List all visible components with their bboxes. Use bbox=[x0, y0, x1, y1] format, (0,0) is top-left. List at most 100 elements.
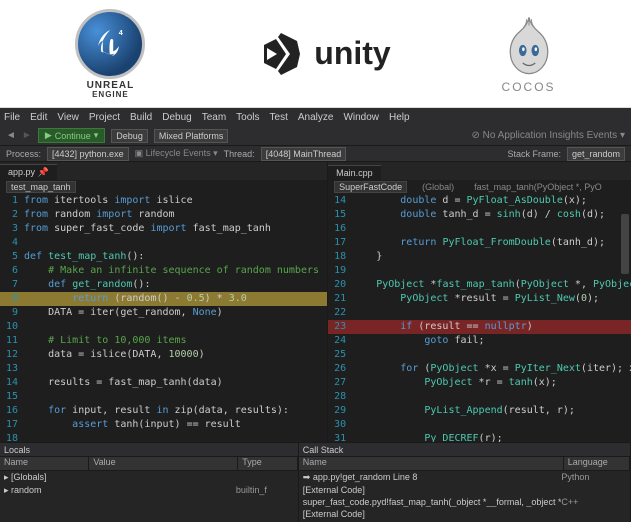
menu-help[interactable]: Help bbox=[389, 112, 410, 123]
code-line[interactable]: 17 return PyFloat_FromDouble(tanh_d); bbox=[328, 236, 631, 250]
debug-toolbar: ◄ ► ▶ Continue ▾ Debug Mixed Platforms ⊘… bbox=[0, 126, 631, 146]
left-tabbar: app.py 📌 bbox=[0, 162, 327, 180]
locals-panel: Locals NameValueType ▸ [Globals]▸ random… bbox=[0, 443, 299, 522]
locals-row[interactable]: ▸ [Globals] bbox=[0, 471, 298, 484]
nav-back-icon[interactable]: ◄ bbox=[6, 130, 16, 141]
right-breadcrumb: SuperFastCode (Global) fast_map_tanh(PyObj… bbox=[328, 180, 631, 194]
code-line[interactable]: 29 PyList_Append(result, r); bbox=[328, 404, 631, 418]
code-line[interactable]: 11 # Limit to 10,000 items bbox=[0, 334, 327, 348]
code-line[interactable]: 3from super_fast_code import fast_map_ta… bbox=[0, 222, 327, 236]
code-line[interactable]: 13 bbox=[0, 362, 327, 376]
platform-select[interactable]: Mixed Platforms bbox=[154, 129, 229, 143]
code-line[interactable]: 8 return (random() - 0.5) * 3.0 bbox=[0, 292, 327, 306]
unity-logo-group: unity bbox=[256, 29, 390, 79]
locals-row[interactable]: ▸ randombuiltin_f bbox=[0, 484, 298, 497]
tab-app-py[interactable]: app.py 📌 bbox=[0, 164, 57, 180]
process-select[interactable]: [4432] python.exe bbox=[47, 147, 129, 161]
tab-main-cpp[interactable]: Main.cpp bbox=[328, 165, 381, 180]
menu-view[interactable]: View bbox=[57, 112, 79, 123]
code-line[interactable]: 14 results = fast_map_tanh(data) bbox=[0, 376, 327, 390]
breadcrumb-segment[interactable]: (Global) bbox=[417, 181, 459, 193]
code-line[interactable]: 20 PyObject *fast_map_tanh(PyObject *, P… bbox=[328, 278, 631, 292]
code-line[interactable]: 19 bbox=[328, 264, 631, 278]
thread-select[interactable]: [4048] MainThread bbox=[261, 147, 347, 161]
visual-studio-window: File Edit View Project Build Debug Team Tools Te… bbox=[0, 108, 631, 522]
code-line[interactable]: 21 PyObject *result = PyList_New(0); bbox=[328, 292, 631, 306]
code-line[interactable]: 31 Py_DECREF(r); bbox=[328, 432, 631, 442]
code-line[interactable]: 10 bbox=[0, 320, 327, 334]
callstack-frame[interactable]: ➡ app.py!get_random Line 8Python bbox=[299, 471, 630, 484]
stack-frame-select[interactable]: get_random bbox=[567, 147, 625, 161]
column-header[interactable]: Name bbox=[299, 457, 564, 470]
breadcrumb-segment[interactable]: fast_map_tanh(PyObject *, PyO bbox=[469, 181, 607, 193]
cpp-code-editor[interactable]: 14 double d = PyFloat_AsDouble(x);15 dou… bbox=[328, 194, 631, 442]
code-line[interactable]: 24 goto fail; bbox=[328, 334, 631, 348]
code-line[interactable]: 9 DATA = iter(get_random, None) bbox=[0, 306, 327, 320]
menu-team[interactable]: Team bbox=[202, 112, 226, 123]
menu-tools[interactable]: Tools bbox=[236, 112, 259, 123]
callstack-title: Call Stack bbox=[299, 443, 630, 457]
locals-body[interactable]: ▸ [Globals]▸ randombuiltin_f bbox=[0, 471, 298, 522]
code-line[interactable]: 15 double tanh_d = sinh(d) / cosh(d); bbox=[328, 208, 631, 222]
editor-split: app.py 📌 test_map_tanh 1from itertools i… bbox=[0, 162, 631, 442]
menu-window[interactable]: Window bbox=[343, 112, 379, 123]
code-line[interactable]: 23 if (result == nullptr) bbox=[328, 320, 631, 334]
python-code-editor[interactable]: 1from itertools import islice2from rando… bbox=[0, 194, 327, 442]
tab-pin-icon[interactable]: 📌 bbox=[38, 167, 49, 177]
code-line[interactable]: 16 bbox=[328, 222, 631, 236]
code-line[interactable]: 27 PyObject *r = tanh(x); bbox=[328, 376, 631, 390]
menu-bar: File Edit View Project Build Debug Team Tools Te… bbox=[0, 108, 631, 126]
right-editor-pane: Main.cpp SuperFastCode (Global) fast_map_t… bbox=[328, 162, 631, 442]
callstack-frame[interactable]: [External Code] bbox=[299, 508, 630, 520]
code-line[interactable]: 4 bbox=[0, 236, 327, 250]
column-header[interactable]: Language bbox=[564, 457, 630, 470]
menu-debug[interactable]: Debug bbox=[162, 112, 191, 123]
code-line[interactable]: 14 double d = PyFloat_AsDouble(x); bbox=[328, 194, 631, 208]
symbol-select[interactable]: test_map_tanh bbox=[6, 181, 76, 193]
code-line[interactable]: 17 assert tanh(input) == result bbox=[0, 418, 327, 432]
lifecycle-events[interactable]: ▣ Lifecycle Events ▾ bbox=[135, 148, 218, 159]
menu-project[interactable]: Project bbox=[89, 112, 120, 123]
left-editor-pane: app.py 📌 test_map_tanh 1from itertools i… bbox=[0, 162, 328, 442]
unreal-logo-group: 4 UNREAL ENGINE bbox=[75, 9, 145, 99]
nav-fwd-icon[interactable]: ► bbox=[22, 130, 32, 141]
debug-context-bar: Process: [4432] python.exe ▣ Lifecycle E… bbox=[0, 146, 631, 162]
code-line[interactable]: 18 } bbox=[328, 250, 631, 264]
menu-build[interactable]: Build bbox=[130, 112, 152, 123]
callstack-frame[interactable]: super_fast_code.pyd!fast_map_tanh(_objec… bbox=[299, 496, 630, 508]
code-line[interactable]: 25 bbox=[328, 348, 631, 362]
code-line[interactable]: 1from itertools import islice bbox=[0, 194, 327, 208]
code-line[interactable]: 6 # Make an infinite sequence of random … bbox=[0, 264, 327, 278]
logo-banner: 4 UNREAL ENGINE unity COCOS bbox=[0, 0, 631, 108]
menu-analyze[interactable]: Analyze bbox=[298, 112, 334, 123]
code-line[interactable]: 5def test_map_tanh(): bbox=[0, 250, 327, 264]
code-line[interactable]: 18 bbox=[0, 432, 327, 442]
svg-text:4: 4 bbox=[119, 28, 123, 37]
menu-test[interactable]: Test bbox=[270, 112, 288, 123]
locals-columns: NameValueType bbox=[0, 457, 298, 471]
code-line[interactable]: 22 bbox=[328, 306, 631, 320]
callstack-frame[interactable]: [External Code] bbox=[299, 484, 630, 496]
column-header[interactable]: Value bbox=[89, 457, 238, 470]
callstack-body[interactable]: ➡ app.py!get_random Line 8Python [Extern… bbox=[299, 471, 630, 522]
cocos-label: COCOS bbox=[502, 80, 556, 94]
cocos-icon bbox=[504, 13, 554, 78]
column-header[interactable]: Type bbox=[238, 457, 298, 470]
code-line[interactable]: 28 bbox=[328, 390, 631, 404]
locals-title: Locals bbox=[0, 443, 298, 457]
code-line[interactable]: 2from random import random bbox=[0, 208, 327, 222]
menu-file[interactable]: File bbox=[4, 112, 20, 123]
code-line[interactable]: 7 def get_random(): bbox=[0, 278, 327, 292]
menu-edit[interactable]: Edit bbox=[30, 112, 47, 123]
code-line[interactable]: 12 data = islice(DATA, 10000) bbox=[0, 348, 327, 362]
breadcrumb-segment[interactable]: SuperFastCode bbox=[334, 181, 407, 193]
continue-button[interactable]: ▶ Continue ▾ bbox=[38, 128, 105, 143]
code-line[interactable]: 26 for (PyObject *x = PyIter_Next(iter);… bbox=[328, 362, 631, 376]
unity-icon bbox=[256, 29, 306, 79]
debug-config[interactable]: Debug bbox=[111, 129, 148, 143]
column-header[interactable]: Name bbox=[0, 457, 89, 470]
code-line[interactable]: 16 for input, result in zip(data, result… bbox=[0, 404, 327, 418]
scrollbar-thumb[interactable] bbox=[621, 214, 629, 274]
code-line[interactable]: 30 bbox=[328, 418, 631, 432]
code-line[interactable]: 15 bbox=[0, 390, 327, 404]
